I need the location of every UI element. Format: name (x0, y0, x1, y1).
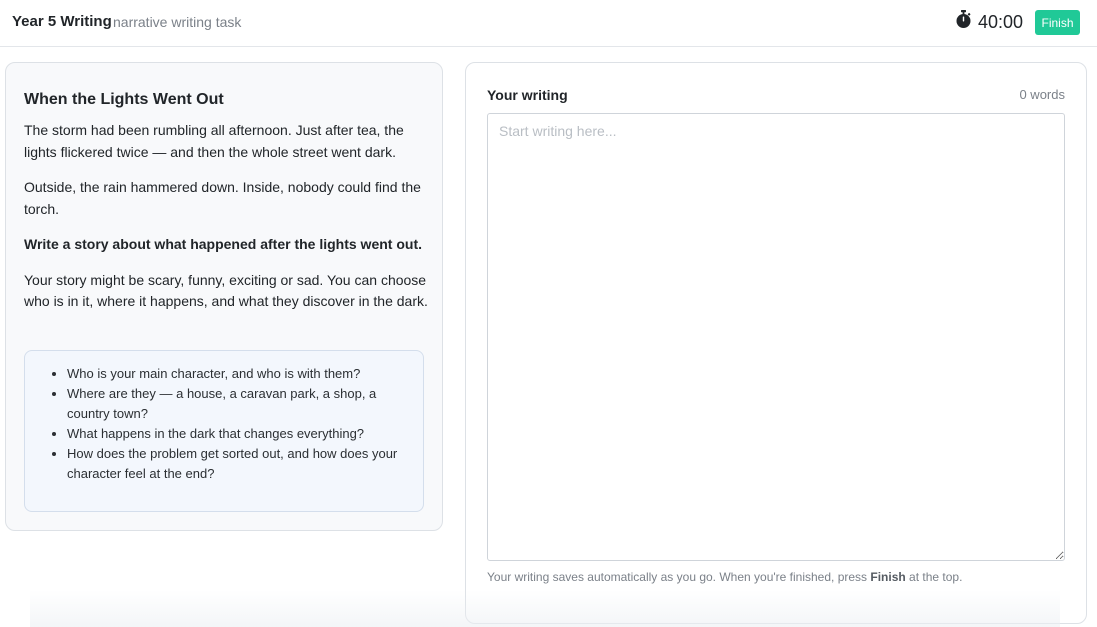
task-body: The storm had been rumbling all afternoo… (24, 120, 429, 327)
bottom-shadow (30, 590, 1060, 627)
tip-item: Who is your main character, and who is w… (67, 364, 409, 384)
timer: 40:00 (955, 10, 1023, 34)
tip-item: Where are they — a house, a caravan park… (67, 384, 409, 424)
finish-button[interactable]: Finish (1035, 10, 1080, 35)
writing-card: Your writing 0 words Your writing saves … (465, 62, 1087, 624)
word-count: 0 words (1019, 87, 1065, 102)
task-instruction: Write a story about what happened after … (24, 236, 422, 252)
task-title: When the Lights Went Out (24, 91, 224, 108)
autosave-note-tail: at the top. (905, 570, 963, 584)
tip-item: How does the problem get sorted out, and… (67, 444, 409, 484)
writing-label: Your writing (487, 87, 568, 103)
writing-textarea[interactable] (487, 113, 1065, 561)
autosave-note-finish: Finish (870, 570, 906, 584)
autosave-note: Your writing saves automatically as you … (487, 570, 962, 584)
task-subtitle: narrative writing task (113, 14, 242, 30)
app-title: Year 5 Writing (12, 13, 112, 30)
task-prompt-card: When the Lights Went Out The storm had b… (5, 62, 443, 531)
planning-tips-box: Who is your main character, and who is w… (24, 350, 424, 512)
task-paragraph: The storm had been rumbling all afternoo… (24, 122, 404, 160)
timer-value: 40:00 (978, 11, 1024, 32)
task-paragraph: Outside, the rain hammered down. Inside,… (24, 179, 421, 217)
top-bar: Year 5 Writing narrative writing task 40… (0, 0, 1097, 47)
tips-list: Who is your main character, and who is w… (49, 364, 409, 484)
stopwatch-icon (955, 10, 972, 34)
task-paragraph: Your story might be scary, funny, exciti… (24, 271, 428, 310)
autosave-note-text: Your writing saves automatically as you … (487, 570, 871, 584)
tip-item: What happens in the dark that changes ev… (67, 424, 409, 444)
